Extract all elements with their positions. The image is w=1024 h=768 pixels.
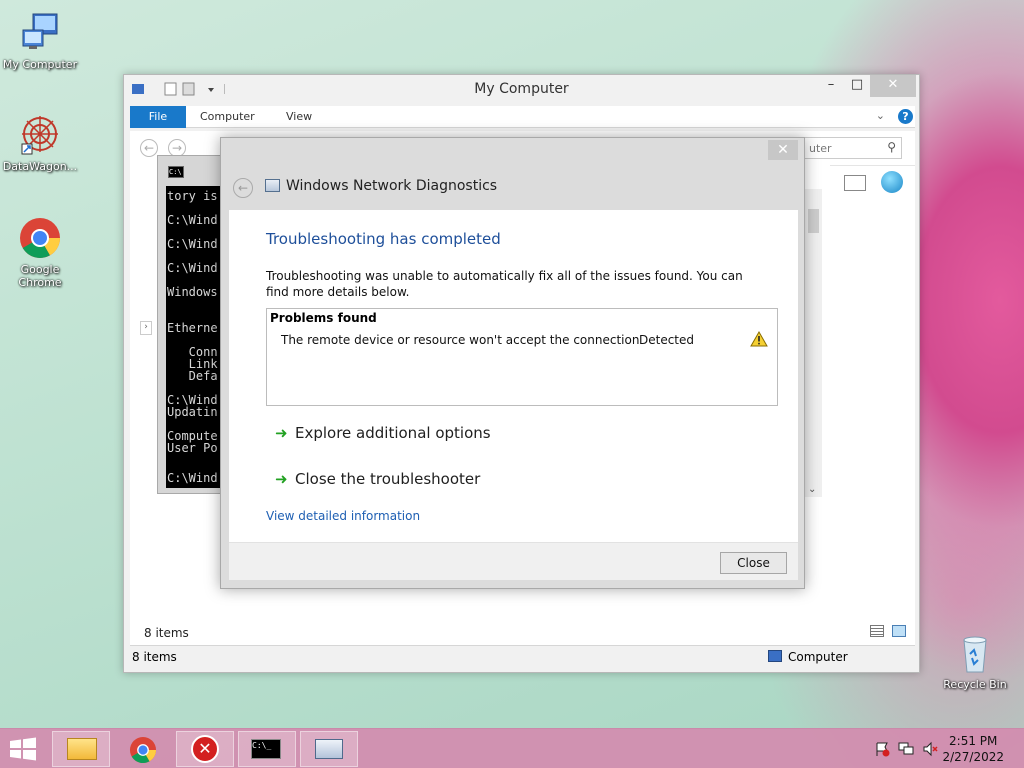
status-bar: 8 items Computer: [130, 645, 915, 667]
start-windows-icon[interactable]: [8, 737, 38, 761]
close-button[interactable]: Close: [720, 552, 787, 574]
close-troubleshooter-link[interactable]: ➜ Close the troubleshooter: [275, 470, 480, 488]
explorer-title: My Computer: [474, 81, 569, 97]
large-icons-view-icon[interactable]: [892, 625, 906, 637]
chrome-icon: [128, 735, 158, 768]
scroll-down-arrow[interactable]: ⌄: [808, 484, 816, 495]
console-line: C:\Wind: [167, 261, 218, 275]
status-items: 8 items: [132, 650, 177, 664]
computer-icon: [17, 10, 63, 56]
problem-description: The remote device or resource won't acce…: [281, 333, 640, 347]
problems-title: Problems found: [270, 311, 377, 325]
chevron-down-icon[interactable]: ⌄: [876, 109, 885, 122]
maximize-button[interactable]: □: [840, 75, 874, 97]
desktop-icon-label: DataWagon...: [2, 160, 78, 173]
view-detailed-information-link[interactable]: View detailed information: [266, 509, 420, 523]
tab-file[interactable]: File: [130, 106, 186, 128]
dialog-close-x-button[interactable]: ✕: [768, 140, 798, 160]
taskbar-chrome[interactable]: [114, 731, 172, 767]
desktop-icon-recycle-bin[interactable]: Recycle Bin: [935, 630, 1015, 691]
taskbar-file-explorer[interactable]: [52, 731, 110, 767]
explore-options-link[interactable]: ➜ Explore additional options: [275, 424, 491, 442]
chrome-icon: [17, 215, 63, 261]
console-icon: C:\_: [251, 739, 281, 759]
problems-panel: Problems found The remote device or reso…: [266, 308, 778, 406]
explore-options-label: Explore additional options: [295, 424, 491, 442]
toolbar-separator: [830, 165, 915, 166]
datawagon-icon: [17, 112, 63, 158]
search-input[interactable]: uter: [809, 142, 832, 155]
search-box[interactable]: uter ⚲: [802, 137, 902, 159]
console-line: C:\Wind: [167, 213, 218, 227]
desktop-icon-label: My Computer: [2, 58, 78, 71]
search-icon[interactable]: ⚲: [887, 140, 896, 154]
close-troubleshooter-label: Close the troubleshooter: [295, 470, 481, 488]
network-icon[interactable]: [898, 741, 914, 757]
warning-icon: [750, 330, 768, 347]
clock-date: 2/27/2022: [942, 750, 1004, 764]
green-arrow-icon: ➜: [275, 424, 288, 442]
details-view-icon[interactable]: [870, 625, 884, 637]
desktop-icon-label: Google Chrome: [18, 263, 62, 289]
recycle-bin-icon: [952, 630, 998, 676]
console-line: Updatin: [167, 405, 218, 419]
taskbar-error-app[interactable]: ✕: [176, 731, 234, 767]
error-icon: ✕: [191, 735, 219, 763]
scrollbar[interactable]: ⌄: [805, 189, 822, 497]
back-arrow-icon[interactable]: ←: [233, 178, 253, 198]
console-line: C:\Wind: [167, 237, 218, 251]
taskbar-command-prompt[interactable]: C:\_: [238, 731, 296, 767]
dialog-content: Troubleshooting has completed Troublesho…: [229, 210, 798, 542]
explorer-titlebar: My Computer – □ ✕: [124, 75, 919, 103]
desktop-icon-label: Recycle Bin: [943, 678, 1007, 691]
tab-computer[interactable]: Computer: [188, 106, 267, 128]
green-arrow-icon: ➜: [275, 470, 288, 488]
close-button[interactable]: ✕: [870, 75, 916, 97]
console-line: tory is: [167, 189, 218, 203]
problem-status: Detected: [639, 333, 695, 347]
folder-icon: [67, 738, 97, 760]
network-diagnostics-dialog: ✕ ← Windows Network Diagnostics Troubles…: [220, 137, 805, 589]
console-icon: C:\: [168, 166, 184, 178]
nav-tree-expander[interactable]: ›: [140, 321, 152, 335]
dialog-footer: Close: [229, 542, 798, 580]
volume-muted-icon[interactable]: [922, 741, 938, 757]
desktop-icon-my-computer[interactable]: My Computer: [0, 10, 80, 71]
console-line: User Po: [167, 441, 218, 455]
network-globe-icon[interactable]: [881, 171, 903, 193]
status-location: Computer: [788, 650, 848, 664]
tab-view[interactable]: View: [274, 106, 324, 128]
console-line: Defa: [167, 369, 218, 383]
desktop-icon-google-chrome[interactable]: Google Chrome: [0, 215, 80, 289]
dialog-header: ← Windows Network Diagnostics: [229, 174, 789, 200]
taskbar-network-diagnostics[interactable]: [300, 731, 358, 767]
console-line: Etherne: [167, 321, 218, 335]
view-pane-icon[interactable]: [844, 175, 866, 191]
items-count: 8 items: [144, 626, 189, 640]
console-line: C:\Wind: [167, 471, 218, 485]
console-line: Windows: [167, 285, 218, 299]
desktop-icon-datawagon[interactable]: DataWagon...: [0, 112, 80, 173]
scrollbar-thumb[interactable]: [808, 209, 819, 233]
taskbar: ✕ C:\_ 2:51 PM 2/27/2022: [0, 728, 1024, 768]
clock-time: 2:51 PM: [949, 734, 998, 748]
result-description: Troubleshooting was unable to automatica…: [266, 269, 743, 299]
system-clock[interactable]: 2:51 PM 2/27/2022: [942, 733, 1004, 765]
dialog-title: Windows Network Diagnostics: [286, 178, 498, 194]
action-center-flag-icon[interactable]: [874, 741, 890, 757]
ribbon-tabs: File Computer View ⌄ ?: [130, 106, 915, 128]
result-heading: Troubleshooting has completed: [266, 230, 501, 248]
computer-small-icon: [768, 650, 782, 662]
back-arrow-icon[interactable]: ←: [140, 139, 158, 157]
network-diagnostics-icon: [265, 179, 280, 192]
help-icon[interactable]: ?: [898, 109, 913, 124]
network-diagnostics-icon: [315, 739, 343, 759]
